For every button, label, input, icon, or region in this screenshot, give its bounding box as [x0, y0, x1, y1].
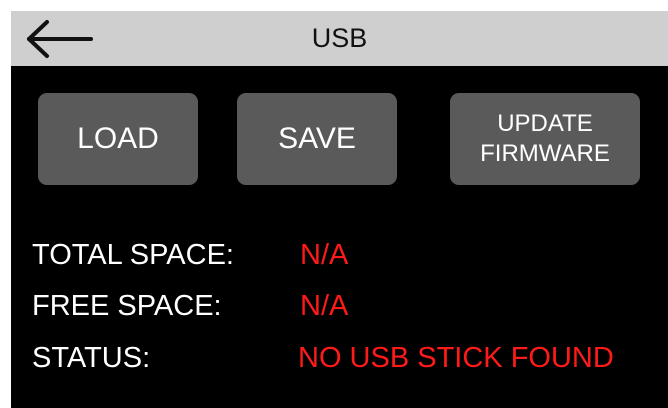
- page-title: USB: [311, 23, 368, 53]
- free-space-label: FREE SPACE:: [32, 290, 222, 322]
- header-bar: USB: [11, 11, 668, 66]
- total-space-label: TOTAL SPACE:: [32, 239, 234, 271]
- update-firmware-label-line2: FIRMWARE: [480, 140, 610, 167]
- save-button[interactable]: SAVE: [237, 93, 397, 185]
- update-firmware-button[interactable]: UPDATE FIRMWARE: [450, 93, 640, 185]
- status-value: NO USB STICK FOUND: [298, 342, 614, 374]
- total-space-value: N/A: [300, 239, 349, 271]
- status-label: STATUS:: [32, 342, 151, 374]
- usb-screen: USB LOAD SAVE UPDATE FIRMWARE TOTAL SPAC…: [11, 11, 668, 408]
- free-space-value: N/A: [300, 290, 349, 322]
- load-button[interactable]: LOAD: [38, 93, 198, 185]
- update-firmware-label-line1: UPDATE: [497, 110, 593, 137]
